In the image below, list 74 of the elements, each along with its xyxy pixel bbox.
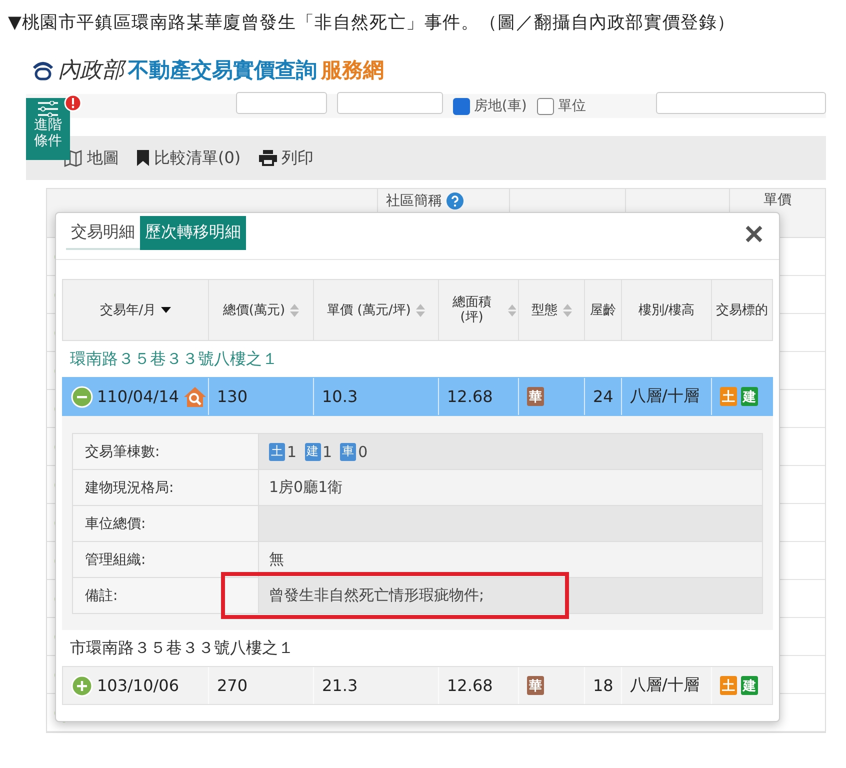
table-cell: 18 [593,676,614,695]
house-search-icon[interactable] [183,386,208,408]
address-group-title: 市環南路３５巷３３號八樓之１ [69,636,295,658]
column-header[interactable]: 總面積 (坪) [438,280,518,340]
column-header[interactable]: 交易年/月 [63,280,208,340]
table-cell: 270 [217,676,248,695]
checkbox[interactable] [452,98,470,114]
count-value: 0 [358,442,368,460]
input-field[interactable] [656,92,826,114]
table-cell: 130 [217,387,248,406]
expand-icon[interactable] [71,674,93,696]
target-badge: 建 [741,387,758,406]
table-cell: 曾發生非自然死亡情形瑕疵物件; [259,578,762,613]
table-cell: 12.68 [447,387,493,406]
table-cell: 24 [593,387,614,406]
toolbar-button[interactable]: 比較清單(0) [137,148,241,168]
target-badge: 建 [741,676,758,695]
table-cell: 12.68 [447,676,493,695]
detail-label: 車位總價: [85,514,146,532]
detail-label: 備註: [85,586,118,604]
site-title: 不動產交易實價查詢 [128,57,317,84]
detail-label: 建物現況格局: [85,478,174,496]
caption: ▼桃園市平鎮區環南路某華廈曾發生「非自然死亡」事件。（圖／翻攝自內政部實價登錄） [7,12,736,35]
table-cell: 八層/十層 [630,386,700,407]
count-value: 1 [287,442,297,460]
count-value: 1 [322,442,332,460]
column-header[interactable]: 型態 [518,280,584,340]
column-header[interactable]: 單價 (萬元/坪) [313,280,438,340]
sort-icon[interactable] [416,304,425,316]
emblem-icon [32,59,54,81]
checkbox-label: 房地(車) [474,97,527,115]
column-header[interactable]: 總價(萬元) [208,280,313,340]
table-cell: 10.3 [322,387,358,406]
tab[interactable]: 歷次轉移明細 [140,216,246,250]
detail-label: 交易筆棟數: [85,442,160,460]
advanced-filter-button[interactable]: 進階條件 [26,98,70,160]
column-header: 社區簡稱 [386,192,442,210]
input-field[interactable] [236,92,328,114]
sort-icon[interactable] [290,304,300,316]
date-text: 110/04/14 [97,387,180,406]
ministry-name: 內政部 [58,55,124,85]
close-icon [745,225,763,243]
help-icon[interactable] [446,192,464,210]
sort-icon[interactable] [508,304,516,316]
table-cell: 21.3 [322,676,358,695]
printer-icon [258,150,277,166]
bookmark-icon [137,150,149,166]
collapse-icon[interactable] [71,386,93,408]
address-group-title: 環南路３５巷３３號八樓之１ [69,348,279,370]
column-header: 交易標的 [711,280,772,340]
type-badge: 華 [527,387,544,406]
checkbox-label: 單位 [558,97,586,115]
column-header: 樓別/樓高 [621,280,711,340]
sort-icon[interactable] [562,304,572,316]
column-header: 屋齡 [584,280,621,340]
transaction-row[interactable]: 110/04/14 130 10.3 12.68 華 24 八層/十層 土 建 [62,377,773,416]
input-field[interactable] [337,92,443,114]
count-badge: 建 [304,442,321,460]
date-text: 103/10/06 [97,676,180,695]
column-header: 單價 [764,191,792,209]
count-badge: 土 [269,442,285,460]
toolbar-button[interactable]: 列印 [258,148,314,168]
sliders-icon [37,101,59,117]
count-badge: 車 [340,442,356,460]
transaction-row[interactable]: 103/10/06 270 21.3 12.68 華 18 八層/十層 土 建 [62,666,773,705]
checkbox[interactable] [536,98,554,114]
target-badge: 土 [720,387,737,406]
sort-desc-icon[interactable] [161,306,172,314]
site-title-suffix: 服務網 [321,57,384,84]
target-badge: 土 [720,676,737,695]
type-badge: 華 [527,676,544,695]
detail-label: 管理組織: [85,550,146,568]
close-button[interactable] [745,225,763,243]
table-cell: 八層/十層 [630,675,700,696]
